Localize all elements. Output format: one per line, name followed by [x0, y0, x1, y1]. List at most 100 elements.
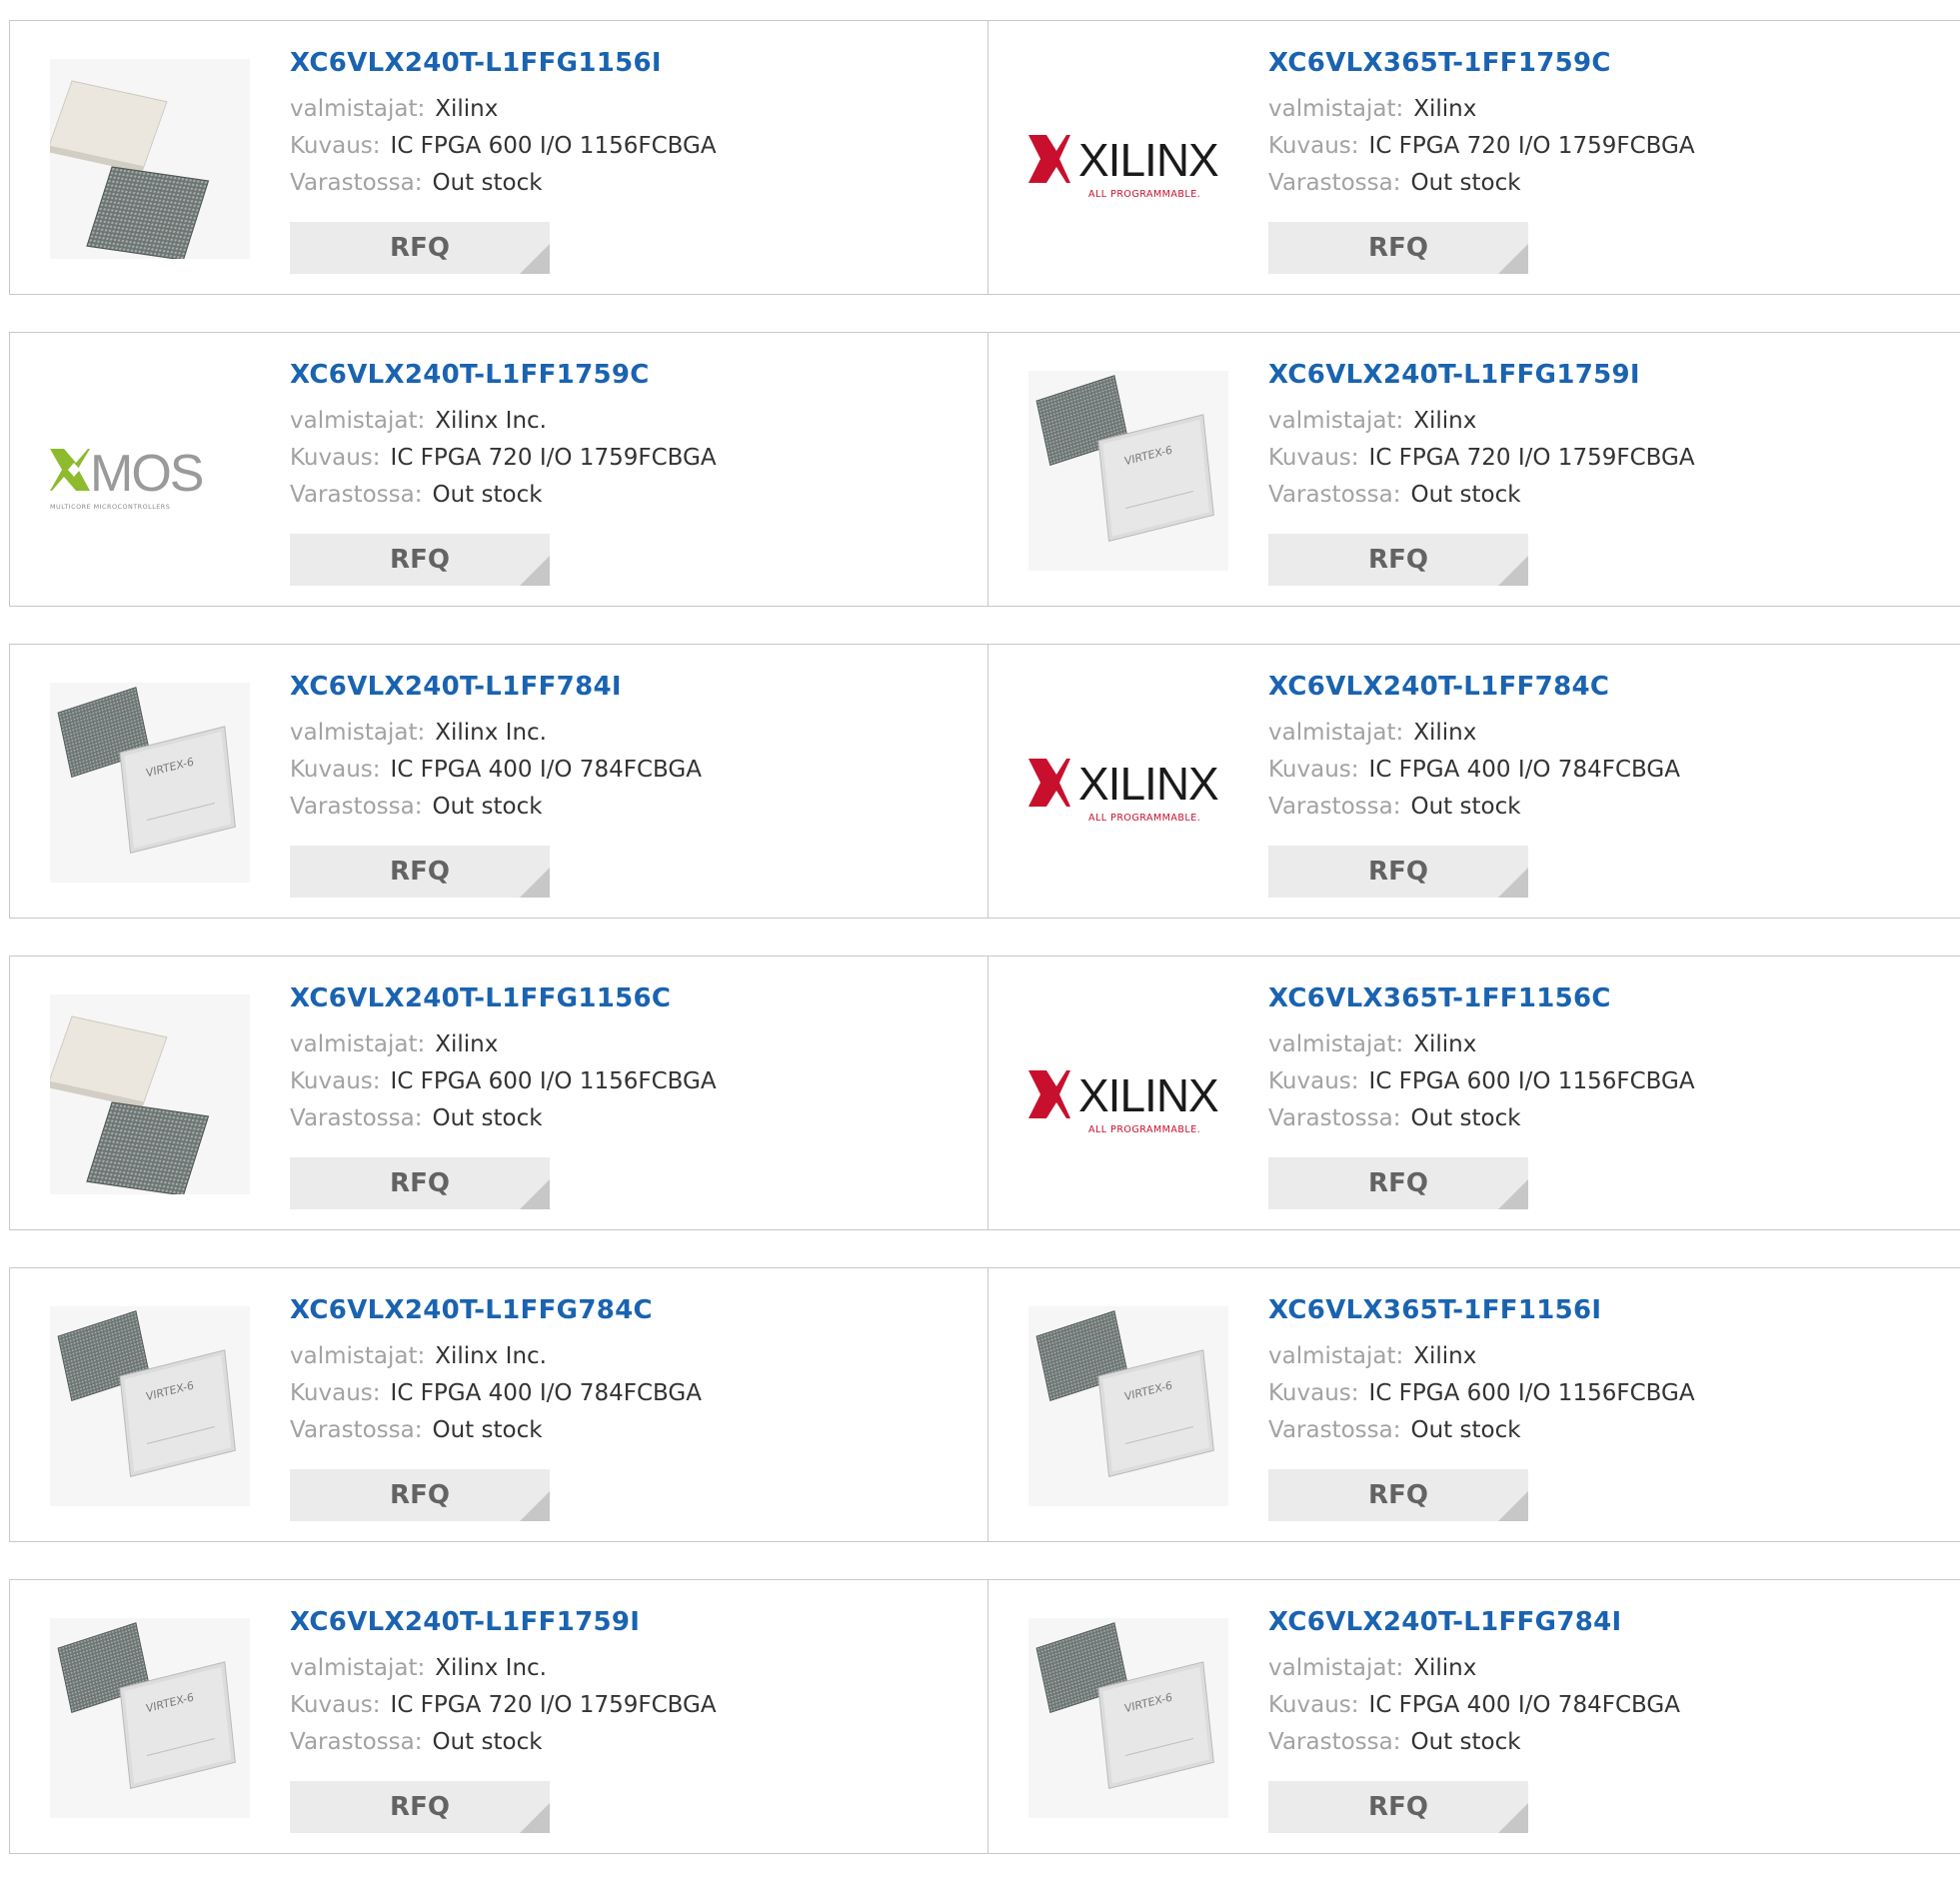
product-card: XC6VLX240T-L1FFG1156C valmistajat: Xilinx…: [10, 956, 987, 1229]
product-image[interactable]: VIRTEX-6: [50, 1618, 250, 1818]
product-image[interactable]: VIRTEX-6: [1028, 1306, 1228, 1506]
part-number-link[interactable]: XC6VLX240T-L1FF1759I: [290, 1606, 717, 1638]
stock-line: Varastossa: Out stock: [1268, 1100, 1695, 1137]
product-image[interactable]: XILINX ALL PROGRAMMABLE.: [1028, 683, 1228, 883]
description-value: IC FPGA 400 I/O 784FCBGA: [390, 757, 702, 783]
product-info: XC6VLX240T-L1FF784C valmistajat: Xilinx K…: [1268, 671, 1680, 826]
description-line: Kuvaus: IC FPGA 600 I/O 1156FCBGA: [290, 1063, 717, 1100]
part-number-link[interactable]: XC6VLX365T-1FF1759C: [1268, 47, 1695, 79]
product-image[interactable]: VIRTEX-6: [50, 1306, 250, 1506]
stock-line: Varastossa: Out stock: [290, 477, 717, 514]
rfq-button-label: RFQ: [390, 545, 450, 575]
rfq-button[interactable]: RFQ: [1268, 222, 1528, 274]
description-value: IC FPGA 600 I/O 1156FCBGA: [390, 133, 717, 159]
manufacturer-line: valmistajat: Xilinx: [1268, 1338, 1695, 1375]
stock-label: Varastossa:: [1268, 170, 1401, 196]
rfq-button[interactable]: RFQ: [1268, 534, 1528, 586]
rfq-button[interactable]: RFQ: [290, 1157, 550, 1209]
manufacturer-label: valmistajat:: [1268, 96, 1404, 122]
manufacturer-value: Xilinx: [1413, 408, 1477, 434]
product-image[interactable]: [50, 994, 250, 1194]
corner-triangle-icon: [1498, 1491, 1528, 1521]
manufacturer-label: valmistajat:: [1268, 408, 1404, 434]
rfq-button-label: RFQ: [1368, 233, 1428, 263]
rfq-button[interactable]: RFQ: [290, 846, 550, 898]
stock-value: Out stock: [432, 1105, 543, 1131]
product-info: XC6VLX365T-1FF1156C valmistajat: Xilinx K…: [1268, 982, 1695, 1137]
product-image[interactable]: VIRTEX-6: [1028, 371, 1228, 571]
product-card: VIRTEX-6 XC6VLX240T-L1FF784I valmistajat…: [10, 645, 987, 918]
description-value: IC FPGA 400 I/O 784FCBGA: [390, 1380, 702, 1406]
description-label: Kuvaus:: [1268, 757, 1359, 783]
part-number-link[interactable]: XC6VLX240T-L1FFG1759I: [1268, 359, 1695, 391]
manufacturer-line: valmistajat: Xilinx: [1268, 1650, 1680, 1687]
part-number-link[interactable]: XC6VLX240T-L1FFG784I: [1268, 1606, 1680, 1638]
rfq-button[interactable]: RFQ: [1268, 1157, 1528, 1209]
description-value: IC FPGA 720 I/O 1759FCBGA: [390, 445, 717, 471]
product-card: XILINX ALL PROGRAMMABLE. XC6VLX365T-1FF11…: [987, 956, 1960, 1229]
product-info: XC6VLX240T-L1FFG784C valmistajat: Xilinx …: [290, 1294, 702, 1449]
description-value: IC FPGA 600 I/O 1156FCBGA: [390, 1068, 717, 1094]
product-grid: XC6VLX240T-L1FFG1156I valmistajat: Xilinx…: [9, 20, 1960, 1891]
description-label: Kuvaus:: [290, 133, 381, 159]
manufacturer-line: valmistajat: Xilinx: [290, 91, 717, 128]
stock-label: Varastossa:: [1268, 1105, 1401, 1131]
svg-text:ALL PROGRAMMABLE.: ALL PROGRAMMABLE.: [1088, 189, 1200, 200]
product-row: XC6VLX240T-L1FFG1156C valmistajat: Xilinx…: [9, 955, 1960, 1230]
product-image[interactable]: XILINX ALL PROGRAMMABLE.: [1028, 994, 1228, 1194]
part-number-link[interactable]: XC6VLX240T-L1FFG784C: [290, 1294, 702, 1326]
part-number-link[interactable]: XC6VLX240T-L1FF784I: [290, 671, 702, 703]
manufacturer-label: valmistajat:: [1268, 1655, 1404, 1681]
part-number-link[interactable]: XC6VLX240T-L1FF784C: [1268, 671, 1680, 703]
rfq-button[interactable]: RFQ: [290, 1781, 550, 1833]
part-number-link[interactable]: XC6VLX240T-L1FFG1156C: [290, 982, 717, 1014]
rfq-button[interactable]: RFQ: [1268, 846, 1528, 898]
manufacturer-label: valmistajat:: [290, 1031, 426, 1057]
manufacturer-label: valmistajat:: [290, 720, 426, 746]
stock-label: Varastossa:: [290, 1105, 423, 1131]
description-label: Kuvaus:: [1268, 1380, 1359, 1406]
xilinx-logo: XILINX ALL PROGRAMMABLE.: [1028, 994, 1228, 1194]
description-line: Kuvaus: IC FPGA 720 I/O 1759FCBGA: [290, 440, 717, 477]
virtex-chip-icon: VIRTEX-6: [1028, 1306, 1228, 1506]
manufacturer-value: Xilinx: [435, 1031, 499, 1057]
manufacturer-line: valmistajat: Xilinx: [1268, 91, 1695, 128]
product-image[interactable]: VIRTEX-6: [1028, 1618, 1228, 1818]
manufacturer-line: valmistajat: Xilinx Inc.: [290, 715, 702, 752]
stock-label: Varastossa:: [1268, 1417, 1401, 1443]
part-number-link[interactable]: XC6VLX365T-1FF1156C: [1268, 982, 1695, 1014]
product-info: XC6VLX240T-L1FFG784I valmistajat: Xilinx …: [1268, 1606, 1680, 1761]
product-image[interactable]: MOS MULTICORE MICROCONTROLLERS: [50, 371, 250, 571]
product-image[interactable]: XILINX ALL PROGRAMMABLE.: [1028, 59, 1228, 259]
manufacturer-value: Xilinx: [1413, 96, 1477, 122]
corner-triangle-icon: [520, 868, 550, 898]
description-line: Kuvaus: IC FPGA 600 I/O 1156FCBGA: [1268, 1063, 1695, 1100]
part-number-link[interactable]: XC6VLX240T-L1FFG1156I: [290, 47, 717, 79]
stock-line: Varastossa: Out stock: [290, 789, 702, 826]
rfq-button[interactable]: RFQ: [290, 1469, 550, 1521]
svg-text:MULTICORE MICROCONTROLLERS: MULTICORE MICROCONTROLLERS: [50, 503, 170, 511]
product-image[interactable]: VIRTEX-6: [50, 683, 250, 883]
stock-label: Varastossa:: [290, 482, 423, 508]
rfq-button[interactable]: RFQ: [290, 534, 550, 586]
product-image[interactable]: [50, 59, 250, 259]
stock-value: Out stock: [1410, 1417, 1521, 1443]
description-label: Kuvaus:: [1268, 1068, 1359, 1094]
rfq-button-label: RFQ: [1368, 545, 1428, 575]
rfq-button[interactable]: RFQ: [1268, 1469, 1528, 1521]
rfq-button[interactable]: RFQ: [1268, 1781, 1528, 1833]
stock-line: Varastossa: Out stock: [290, 1100, 717, 1137]
stock-value: Out stock: [1410, 170, 1521, 196]
part-number-link[interactable]: XC6VLX240T-L1FF1759C: [290, 359, 717, 391]
description-label: Kuvaus:: [1268, 445, 1359, 471]
product-info: XC6VLX240T-L1FF784I valmistajat: Xilinx I…: [290, 671, 702, 826]
stock-line: Varastossa: Out stock: [290, 165, 717, 202]
rfq-button[interactable]: RFQ: [290, 222, 550, 274]
virtex-chip-icon: VIRTEX-6: [1028, 371, 1228, 571]
corner-triangle-icon: [520, 556, 550, 586]
rfq-button-label: RFQ: [390, 233, 450, 263]
product-row: VIRTEX-6 XC6VLX240T-L1FF1759I valmistaja…: [9, 1579, 1960, 1854]
product-row: MOS MULTICORE MICROCONTROLLERS XC6VLX240T…: [9, 332, 1960, 607]
stock-value: Out stock: [1410, 482, 1521, 508]
part-number-link[interactable]: XC6VLX365T-1FF1156I: [1268, 1294, 1695, 1326]
